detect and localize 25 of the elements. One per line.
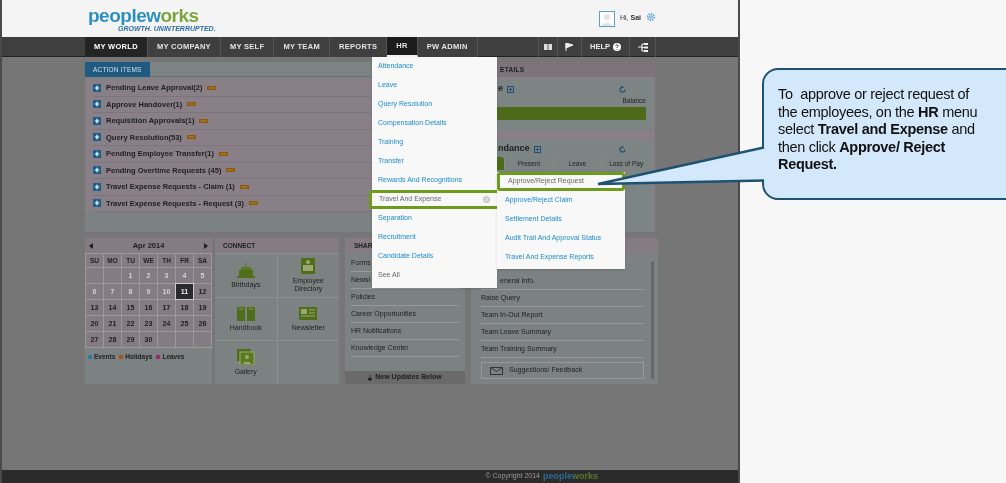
- down-arrow-icon: [368, 374, 373, 381]
- next-icon[interactable]: [204, 242, 208, 249]
- callout-text: To approve or reject request of the employees, on the HR menu select Travel and Expense and then click Approve/ Reject Request.: [778, 86, 979, 174]
- newspaper-icon: [299, 305, 318, 322]
- section-title: e: [498, 82, 503, 96]
- photo-icon: [236, 349, 255, 366]
- tree-icon: [637, 42, 648, 52]
- avatar-icon: [599, 10, 615, 27]
- calendar-cell: [176, 332, 193, 347]
- flag-icon: [565, 43, 574, 51]
- help-icon: [613, 43, 621, 51]
- cake-icon: [236, 261, 255, 278]
- section-title: ndance: [498, 142, 530, 156]
- mail-icon: [490, 366, 503, 375]
- settings-icon[interactable]: [646, 12, 656, 22]
- book-icon: [236, 305, 255, 322]
- book-icon: [544, 44, 552, 50]
- directory-icon: [299, 257, 318, 274]
- calendar-cell: [104, 268, 121, 283]
- calendar-cell: [158, 332, 175, 347]
- submenu-arrow-icon: [483, 196, 490, 203]
- calendar-cell: [86, 268, 103, 283]
- previous-icon[interactable]: [89, 242, 93, 249]
- footer-logo: peopleworks: [543, 472, 598, 481]
- bookmark-button[interactable]: [538, 37, 558, 57]
